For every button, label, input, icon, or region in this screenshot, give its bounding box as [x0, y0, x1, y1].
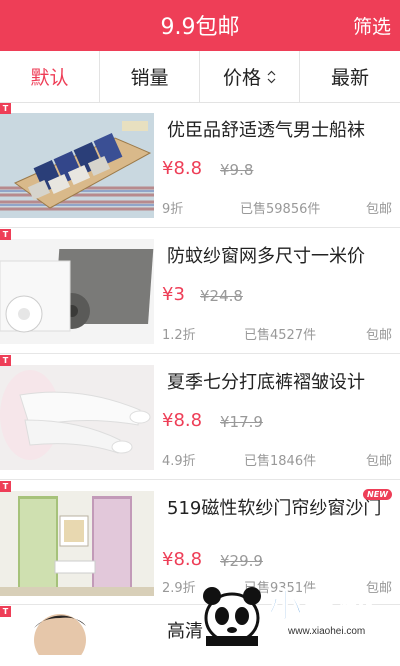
watermark-url: www.xiaohei.com: [287, 626, 365, 637]
product-title: 519磁性软纱门帘纱窗沙门: [167, 495, 389, 523]
tab-label: 销量: [130, 63, 168, 90]
tab-sales[interactable]: 销量: [100, 51, 200, 102]
list-item[interactable]: T 优臣品舒适透气男士船袜 ¥8.8 ¥9.8 9折 已售59856件 包邮: [0, 103, 400, 228]
product-title: 夏季七分打底裤褶皱设计: [167, 369, 389, 397]
tab-label: 价格: [223, 63, 261, 90]
tmall-tag-icon: T: [0, 355, 11, 366]
list-item[interactable]: T 防蚊纱窗网多尺寸一米价 ¥3 ¥24.8 1.2折 已售4527件 包邮: [0, 229, 400, 354]
product-title: 优臣品舒适透气男士船袜: [167, 117, 389, 145]
filter-button[interactable]: 筛选: [353, 12, 391, 39]
product-image: [0, 610, 154, 655]
current-price: ¥8.8: [162, 158, 202, 179]
page-title: 9.9包邮: [0, 9, 400, 41]
discount-label: 9折: [162, 198, 183, 217]
product-image: [0, 491, 154, 596]
discount-label: 1.2折: [162, 324, 196, 343]
tab-label: 最新: [331, 63, 369, 90]
product-image: [0, 113, 154, 218]
watermark-logo: 小黑 游戏 www.xiaohei.com: [190, 566, 400, 648]
sold-count: 已售1846件: [244, 450, 316, 469]
tab-default[interactable]: 默认: [0, 51, 100, 102]
tab-newest[interactable]: 最新: [300, 51, 400, 102]
sort-arrows-icon: [267, 70, 276, 84]
product-image: [0, 239, 154, 344]
sort-tabs: 默认 销量 价格 最新: [0, 51, 400, 103]
current-price: ¥8.8: [162, 410, 202, 431]
tmall-tag-icon: T: [0, 103, 11, 114]
original-price: ¥9.8: [220, 161, 253, 179]
tab-label: 默认: [30, 63, 68, 90]
tmall-tag-icon: T: [0, 606, 11, 617]
new-badge: NEW: [363, 489, 392, 500]
tmall-tag-icon: T: [0, 229, 11, 240]
tab-price[interactable]: 价格: [200, 51, 300, 102]
list-item[interactable]: T 夏季七分打底裤褶皱设计 ¥8.8 ¥17.9 4.9折 已售1846件 包邮: [0, 355, 400, 480]
original-price: ¥17.9: [220, 413, 263, 431]
discount-label: 4.9折: [162, 450, 196, 469]
product-title: 防蚊纱窗网多尺寸一米价: [167, 243, 389, 271]
sold-count: 已售4527件: [244, 324, 316, 343]
product-image: [0, 365, 154, 470]
top-bar: 9.9包邮 筛选: [0, 0, 400, 51]
free-shipping-label: 包邮: [366, 324, 392, 343]
svg-text:小黑: 小黑: [268, 588, 336, 626]
original-price: ¥24.8: [200, 287, 243, 305]
svg-text:游戏: 游戏: [338, 593, 374, 614]
free-shipping-label: 包邮: [366, 198, 392, 217]
tmall-tag-icon: T: [0, 481, 11, 492]
free-shipping-label: 包邮: [366, 450, 392, 469]
current-price: ¥3: [162, 284, 185, 305]
sold-count: 已售59856件: [240, 198, 320, 217]
